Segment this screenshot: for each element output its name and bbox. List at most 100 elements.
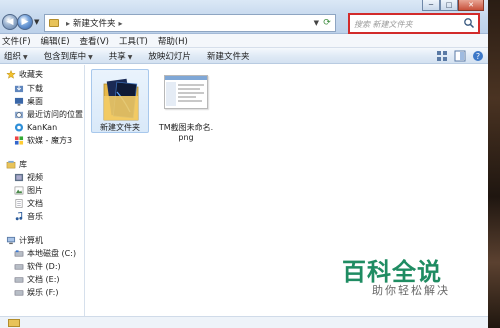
- nav-item-drive-f[interactable]: 娱乐 (F:): [14, 286, 58, 298]
- maximize-button[interactable]: □: [440, 0, 458, 11]
- minimize-button[interactable]: ─: [422, 0, 440, 11]
- command-bar: 组织 ▼ 包含到库中 ▼ 共享 ▼ 放映幻灯片 新建文件夹 ?: [0, 48, 488, 64]
- nav-item-pictures[interactable]: 图片: [14, 184, 43, 196]
- nav-computer[interactable]: 计算机: [6, 234, 43, 246]
- forward-button[interactable]: ▶: [17, 14, 33, 30]
- nav-item-label: 娱乐 (F:): [27, 287, 59, 297]
- search-icon[interactable]: [463, 17, 475, 29]
- documents-icon: [15, 198, 23, 208]
- nav-favorites[interactable]: 收藏夹: [6, 68, 43, 80]
- nav-item-music[interactable]: 音乐: [14, 210, 43, 222]
- breadcrumb-separator-icon[interactable]: ▸: [119, 19, 123, 28]
- computer-icon: [6, 236, 16, 244]
- drive-icon: [14, 263, 24, 269]
- include-in-library-button[interactable]: 包含到库中 ▼: [44, 50, 93, 62]
- window-controls: ─ □ ✕: [422, 0, 484, 12]
- nav-item-label: 桌面: [27, 96, 43, 106]
- rubik-cube-icon: [14, 135, 24, 145]
- share-button[interactable]: 共享 ▼: [109, 50, 133, 62]
- nav-item-label: 最近访问的位置: [27, 109, 83, 119]
- nav-item-label: 软件 (D:): [27, 261, 61, 271]
- watermark-slogan: 助你轻松解决: [372, 284, 450, 297]
- nav-item-desktop[interactable]: 桌面: [14, 95, 43, 107]
- svg-text:?: ?: [476, 52, 480, 61]
- menu-help[interactable]: 帮助(H): [158, 35, 188, 47]
- file-item-png[interactable]: TM截图未命名. png: [156, 69, 216, 142]
- nav-library-label: 库: [19, 159, 27, 169]
- address-bar[interactable]: ▸ 新建文件夹 ▸ ▼ ⟳: [44, 14, 336, 32]
- status-bar: [0, 316, 488, 328]
- drive-icon: [14, 289, 24, 295]
- star-icon: [6, 69, 16, 79]
- file-item-folder[interactable]: 新建文件夹: [91, 69, 149, 133]
- folder-icon: [103, 78, 139, 121]
- search-input[interactable]: [354, 17, 460, 31]
- nav-item-recent-places[interactable]: 最近访问的位置: [14, 108, 83, 120]
- desktop-background: [488, 0, 500, 328]
- navigation-pane: 收藏夹 下载 桌面 最近访问的位置 KanKan 软媒 - 魔方3 库 视频 图…: [0, 65, 85, 328]
- new-folder-button[interactable]: 新建文件夹: [207, 50, 250, 62]
- view-options-icon[interactable]: [436, 50, 448, 62]
- file-name-line2: png: [178, 133, 194, 142]
- nav-item-downloads[interactable]: 下载: [14, 82, 43, 94]
- menu-bar: 文件(F) 编辑(E) 查看(V) 工具(T) 帮助(H): [0, 34, 488, 48]
- nav-item-label: 下载: [27, 83, 43, 93]
- view-controls: ?: [430, 50, 484, 62]
- address-dropdown-icon[interactable]: ▼: [314, 19, 319, 27]
- kankan-icon: [14, 122, 24, 132]
- explorer-window: ─ □ ✕ ◀ ▶ ▼ ▸ 新建文件夹 ▸ ▼ ⟳ 文件(F) 编辑: [0, 0, 488, 328]
- nav-item-label: 视频: [27, 172, 43, 182]
- preview-pane-icon[interactable]: [454, 50, 466, 62]
- nav-item-documents[interactable]: 文档: [14, 197, 43, 209]
- nav-item-label: KanKan: [27, 122, 58, 132]
- file-name: 新建文件夹: [100, 123, 140, 132]
- nav-item-label: 本地磁盘 (C:): [27, 248, 77, 258]
- breadcrumb-separator-icon[interactable]: ▸: [66, 19, 70, 28]
- close-button[interactable]: ✕: [458, 0, 484, 11]
- nav-item-videos[interactable]: 视频: [14, 171, 43, 183]
- organize-label: 组织: [4, 51, 22, 62]
- image-thumbnail: [164, 75, 208, 109]
- nav-computer-label: 计算机: [19, 235, 43, 245]
- thumbnail-line: [178, 100, 202, 102]
- chevron-down-icon: ▼: [127, 53, 133, 61]
- breadcrumb-item[interactable]: 新建文件夹: [73, 17, 116, 29]
- file-name-line1: TM截图未命名.: [158, 123, 214, 132]
- library-icon: [6, 160, 16, 168]
- folder-icon: [8, 319, 20, 327]
- search-box[interactable]: [348, 13, 480, 34]
- forward-icon: ▶: [21, 17, 29, 27]
- menu-tools[interactable]: 工具(T): [119, 35, 148, 47]
- thumbnail-line: [178, 84, 204, 86]
- nav-item-kankan[interactable]: KanKan: [14, 121, 57, 133]
- nav-favorites-label: 收藏夹: [19, 69, 43, 79]
- nav-library[interactable]: 库: [6, 158, 27, 170]
- thumbnail-line: [178, 88, 200, 90]
- menu-file[interactable]: 文件(F): [2, 35, 31, 47]
- back-button[interactable]: ◀: [2, 14, 18, 30]
- chevron-down-icon: ▼: [23, 53, 28, 61]
- nav-item-drive-e[interactable]: 文档 (E:): [14, 273, 60, 285]
- music-icon: [15, 211, 23, 220]
- nav-item-label: 文档 (E:): [27, 274, 60, 284]
- share-label: 共享: [108, 51, 126, 62]
- organize-button[interactable]: 组织 ▼: [4, 50, 28, 62]
- nav-item-rubik[interactable]: 软媒 - 魔方3: [14, 134, 72, 146]
- nav-item-label: 软媒 - 魔方3: [27, 135, 73, 145]
- recent-places-icon: [14, 111, 24, 118]
- title-address-bar: ─ □ ✕ ◀ ▶ ▼ ▸ 新建文件夹 ▸ ▼ ⟳: [0, 0, 488, 34]
- recent-pages-dropdown[interactable]: ▼: [34, 18, 39, 26]
- menu-view[interactable]: 查看(V): [80, 35, 109, 47]
- nav-item-label: 图片: [27, 185, 43, 195]
- folder-icon: [49, 19, 59, 27]
- nav-item-drive-c[interactable]: 本地磁盘 (C:): [14, 247, 76, 259]
- help-icon[interactable]: ?: [472, 50, 484, 62]
- watermark-logo: 百科全说: [342, 258, 442, 286]
- menu-edit[interactable]: 编辑(E): [41, 35, 70, 47]
- download-folder-icon: [14, 85, 24, 92]
- refresh-icon[interactable]: ⟳: [321, 17, 333, 29]
- chevron-down-icon: ▼: [88, 53, 93, 61]
- slideshow-button[interactable]: 放映幻灯片: [148, 50, 191, 62]
- nav-item-drive-d[interactable]: 软件 (D:): [14, 260, 61, 272]
- desktop-icon: [14, 97, 24, 106]
